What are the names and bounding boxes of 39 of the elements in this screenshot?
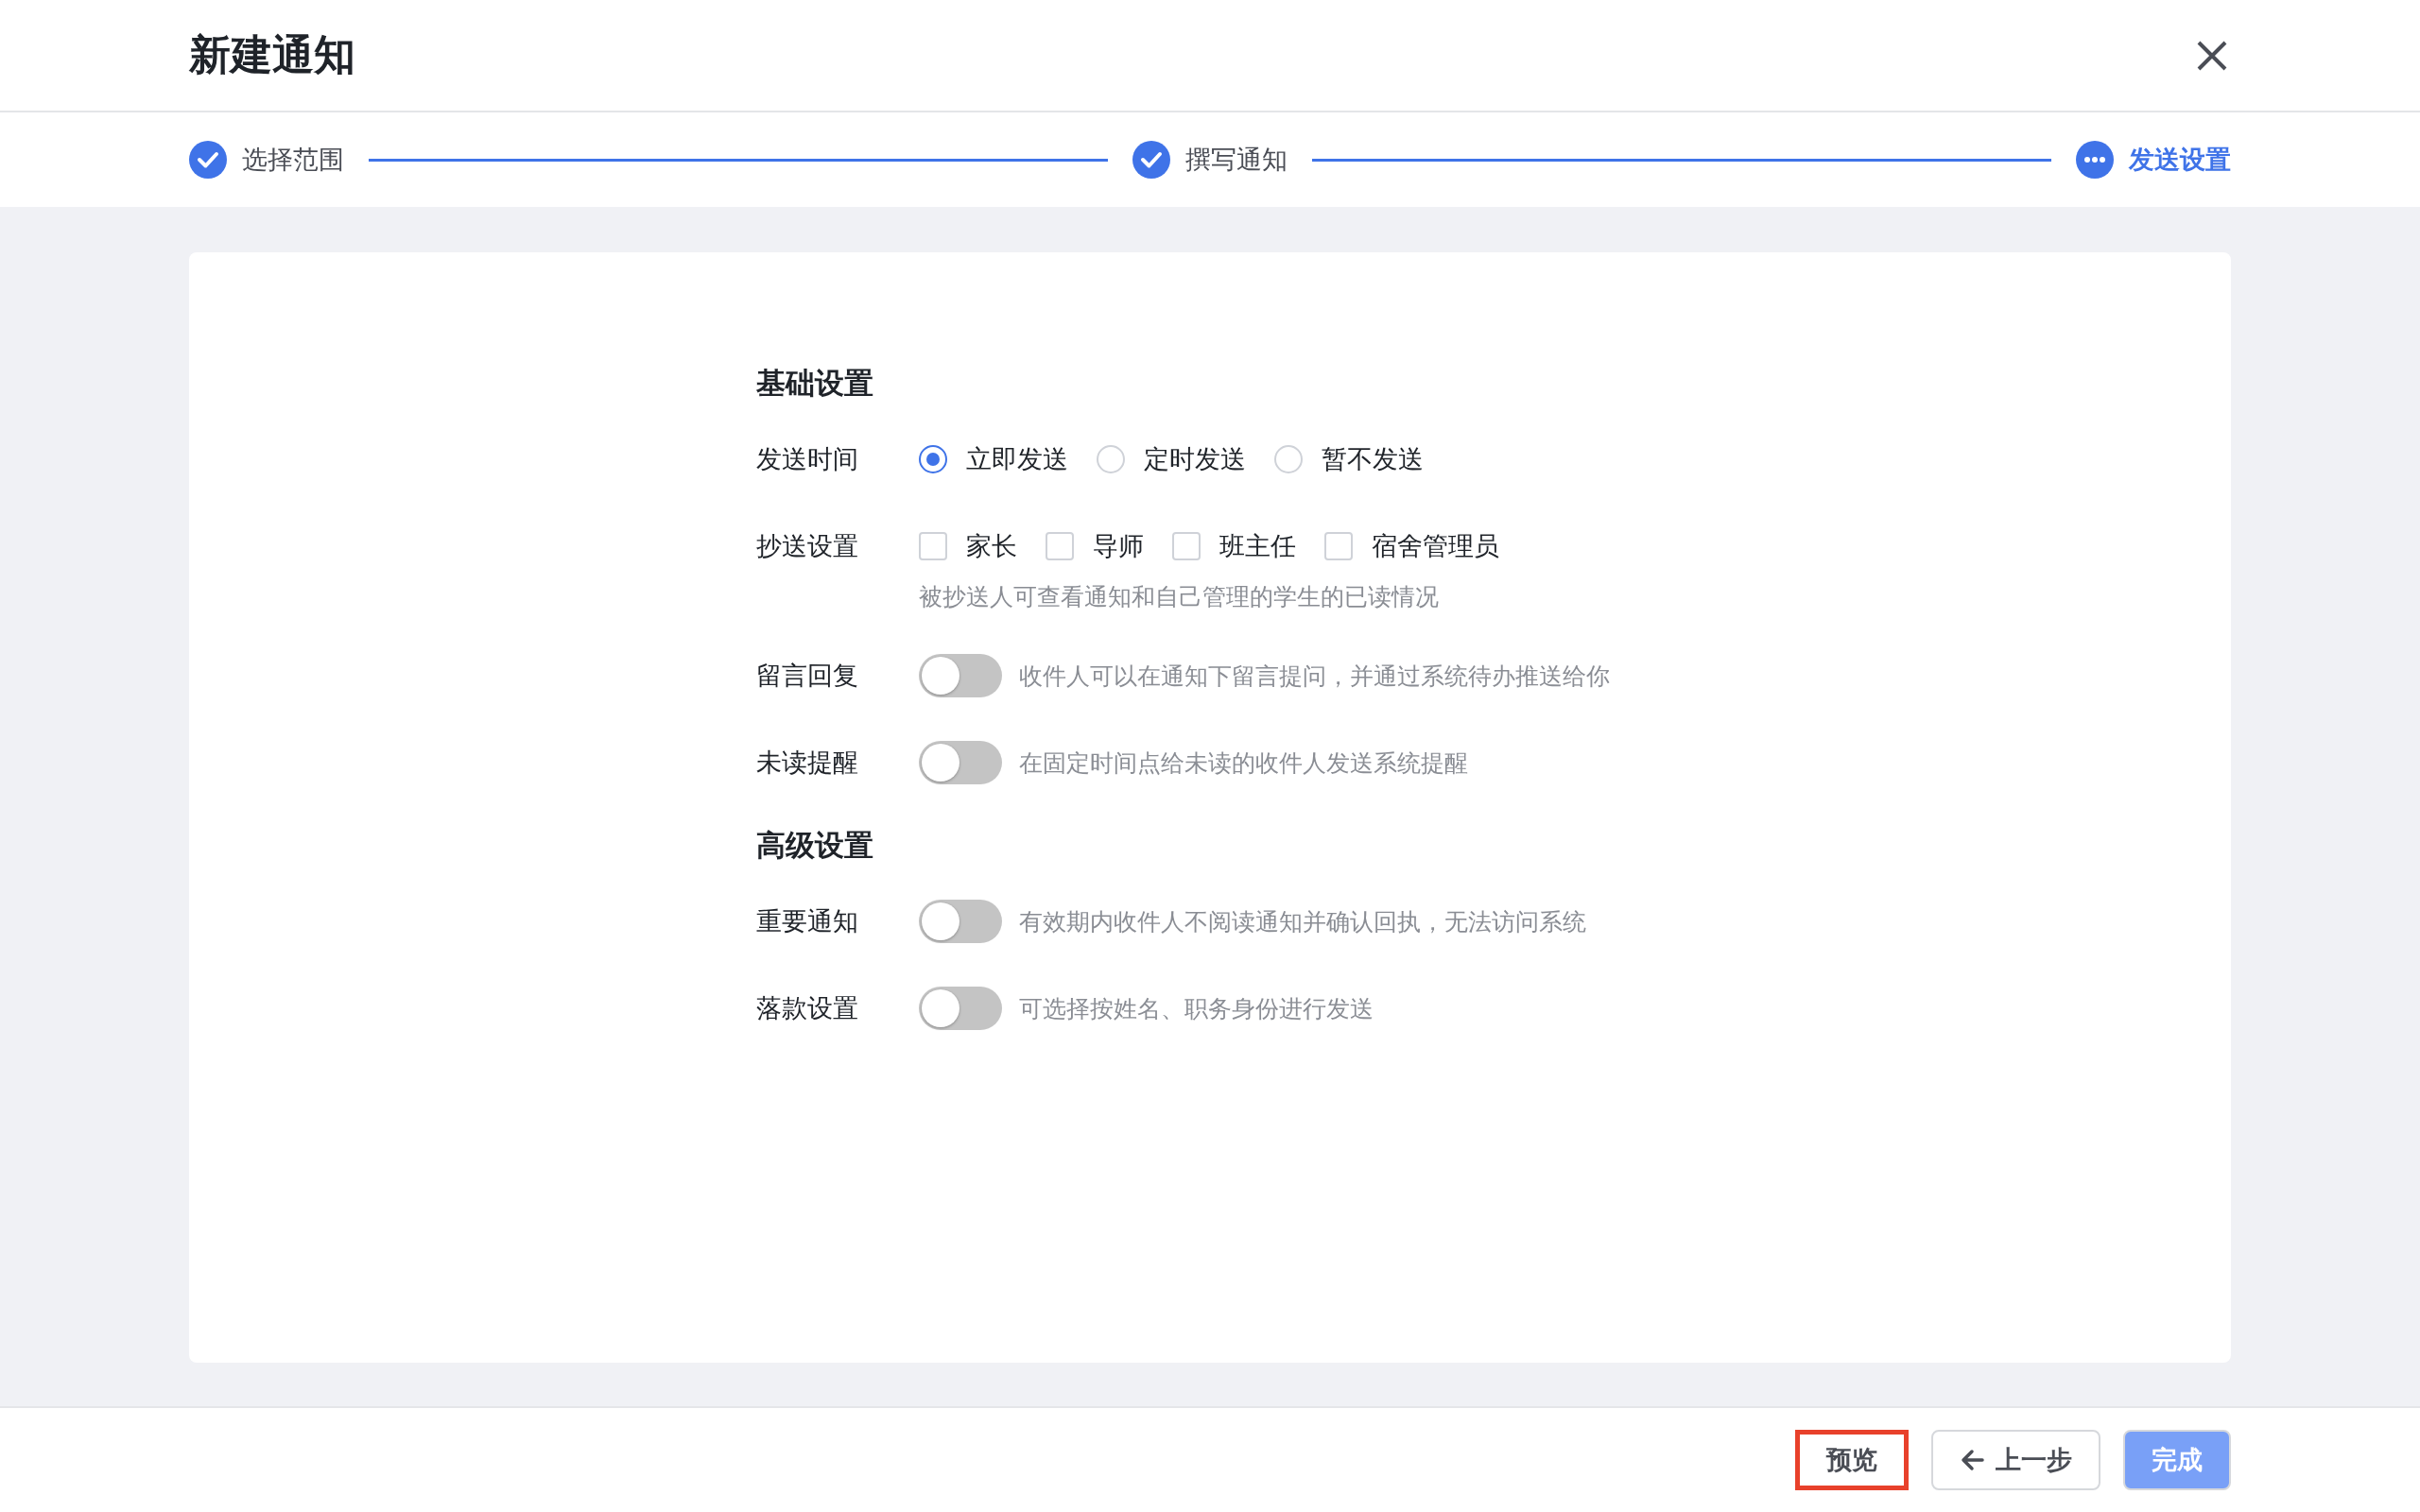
checkbox[interactable] bbox=[1046, 532, 1074, 560]
field-label: 落款设置 bbox=[756, 992, 859, 1024]
preview-button[interactable]: 预览 bbox=[1795, 1430, 1909, 1490]
hint-text: 被抄送人可查看通知和自己管理的学生的已读情况 bbox=[919, 582, 1440, 612]
checkbox-option[interactable]: 家长 bbox=[919, 529, 1017, 563]
checkbox-option[interactable]: 班主任 bbox=[1172, 529, 1296, 563]
toggle-description: 在固定时间点给未读的收件人发送系统提醒 bbox=[1019, 747, 1468, 779]
toggle-description: 有效期内收件人不阅读通知并确认回执，无法访问系统 bbox=[1019, 906, 1586, 937]
toggle-switch[interactable] bbox=[919, 987, 1002, 1030]
check-circle-icon bbox=[1132, 141, 1170, 179]
dots-circle-icon bbox=[2076, 141, 2114, 179]
radio-option[interactable]: 暂不发送 bbox=[1274, 442, 1424, 476]
field-label: 未读提醒 bbox=[756, 747, 859, 779]
check-circle-icon bbox=[189, 141, 227, 179]
radio-option[interactable]: 立即发送 bbox=[919, 442, 1068, 476]
checkbox[interactable] bbox=[1324, 532, 1353, 560]
section-title: 高级设置 bbox=[756, 827, 874, 864]
step-label[interactable]: 选择范围 bbox=[242, 143, 344, 177]
toggle-description: 收件人可以在通知下留言提问，并通过系统待办推送给你 bbox=[1019, 661, 1610, 692]
checkbox-option[interactable]: 导师 bbox=[1046, 529, 1144, 563]
checkbox-option[interactable]: 宿舍管理员 bbox=[1324, 529, 1499, 563]
step-label[interactable]: 撰写通知 bbox=[1185, 143, 1288, 177]
field-label: 发送时间 bbox=[756, 443, 859, 475]
checkbox[interactable] bbox=[1172, 532, 1201, 560]
checkbox[interactable] bbox=[919, 532, 947, 560]
field-label: 重要通知 bbox=[756, 905, 859, 937]
dialog-title: 新建通知 bbox=[189, 29, 355, 80]
field-label: 留言回复 bbox=[756, 660, 859, 692]
field-label: 抄送设置 bbox=[756, 530, 859, 562]
back-button[interactable]: 上一步 bbox=[1931, 1430, 2100, 1490]
toggle-switch[interactable] bbox=[919, 654, 1002, 697]
radio-option[interactable]: 定时发送 bbox=[1097, 442, 1246, 476]
step-label[interactable]: 发送设置 bbox=[2129, 143, 2231, 177]
arrow-left-icon bbox=[1960, 1448, 1984, 1472]
radio-button[interactable] bbox=[919, 445, 947, 473]
toggle-switch[interactable] bbox=[919, 741, 1002, 784]
toggle-switch[interactable] bbox=[919, 900, 1002, 943]
section-title: 基础设置 bbox=[756, 365, 874, 402]
toggle-description: 可选择按姓名、职务身份进行发送 bbox=[1019, 993, 1374, 1024]
